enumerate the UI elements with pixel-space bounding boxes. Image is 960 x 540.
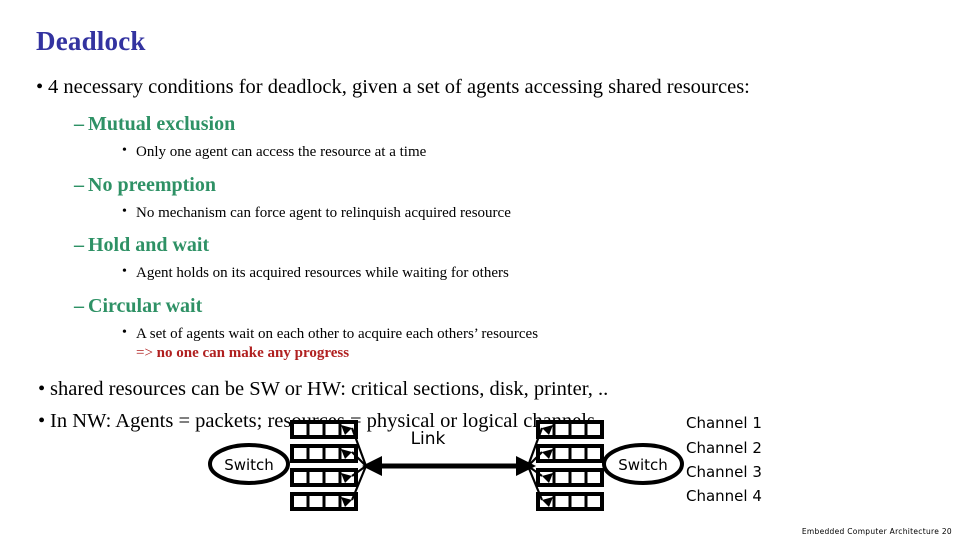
network-diagram: Switch Link Switch Channel 1 Channel 2 C… [0, 404, 960, 520]
condition-detail-text: Agent holds on its acquired resources wh… [136, 265, 509, 282]
condition-label: No preemption [88, 173, 216, 196]
slide-footer: Embedded Computer Architecture 20 [801, 527, 952, 536]
condition-detail-mutual-exclusion: • Only one agent can access the resource… [0, 143, 960, 163]
bullet-marker-icon: • [38, 377, 46, 400]
link-arrowhead-right [516, 456, 536, 476]
condition-heading-mutual-exclusion: – Mutual exclusion [0, 111, 960, 137]
slide-canvas: Deadlock • 4 necessary conditions for de… [0, 0, 960, 540]
bullet-intro-text: 4 necessary conditions for deadlock, giv… [48, 76, 750, 98]
implies-arrow-text: => [136, 345, 157, 362]
slide-body: • 4 necessary conditions for deadlock, g… [0, 74, 960, 435]
left-switch-label: Switch [224, 456, 274, 474]
condition-heading-hold-and-wait: – Hold and wait [0, 232, 960, 258]
left-switch-node: Switch [208, 443, 290, 485]
sub-bullet-marker-icon: • [122, 264, 127, 280]
condition-detail-text: A set of agents wait on each other to ac… [136, 325, 539, 342]
dash-marker-icon: – [74, 173, 84, 196]
bullet-shared-resources-text: shared resources can be SW or HW: critic… [50, 377, 609, 400]
page-title: Deadlock [36, 26, 146, 56]
condition-detail-circular-wait: • A set of agents wait on each other to … [0, 325, 960, 345]
sub-bullet-marker-icon: • [122, 324, 127, 340]
progress-emphasis-line: => no one can make any progress [0, 344, 960, 364]
channel-label-4: Channel 4 [686, 487, 762, 505]
condition-label: Mutual exclusion [88, 113, 236, 136]
condition-heading-circular-wait: – Circular wait [0, 293, 960, 319]
right-switch-label: Switch [618, 456, 668, 474]
right-switch-node: Switch [602, 443, 684, 485]
right-queue-group [536, 420, 604, 511]
condition-detail-hold-and-wait: • Agent holds on its acquired resources … [0, 264, 960, 284]
bullet-marker-icon: • [36, 76, 44, 98]
condition-detail-text: Only one agent can access the resource a… [136, 144, 427, 161]
sub-bullet-marker-icon: • [122, 203, 127, 219]
bullet-shared-resources: • shared resources can be SW or HW: crit… [0, 376, 960, 403]
link-connector [362, 456, 536, 476]
condition-label: Hold and wait [88, 234, 210, 257]
channel-label-2: Channel 2 [686, 439, 762, 457]
progress-emphasis-text: no one can make any progress [156, 345, 350, 362]
bullet-intro: • 4 necessary conditions for deadlock, g… [0, 74, 960, 100]
link-label: Link [411, 429, 446, 449]
condition-label: Circular wait [88, 294, 203, 317]
dash-marker-icon: – [74, 234, 84, 257]
channel-label-1: Channel 1 [686, 414, 762, 432]
link-arrowhead-left [362, 456, 382, 476]
condition-heading-no-preemption: – No preemption [0, 172, 960, 198]
channel-label-3: Channel 3 [686, 463, 762, 481]
condition-detail-no-preemption: • No mechanism can force agent to relinq… [0, 204, 960, 224]
condition-detail-text: No mechanism can force agent to relinqui… [136, 204, 511, 221]
sub-bullet-marker-icon: • [122, 143, 127, 159]
dash-marker-icon: – [74, 294, 84, 317]
dash-marker-icon: – [74, 113, 84, 136]
left-queue-group [290, 420, 358, 511]
